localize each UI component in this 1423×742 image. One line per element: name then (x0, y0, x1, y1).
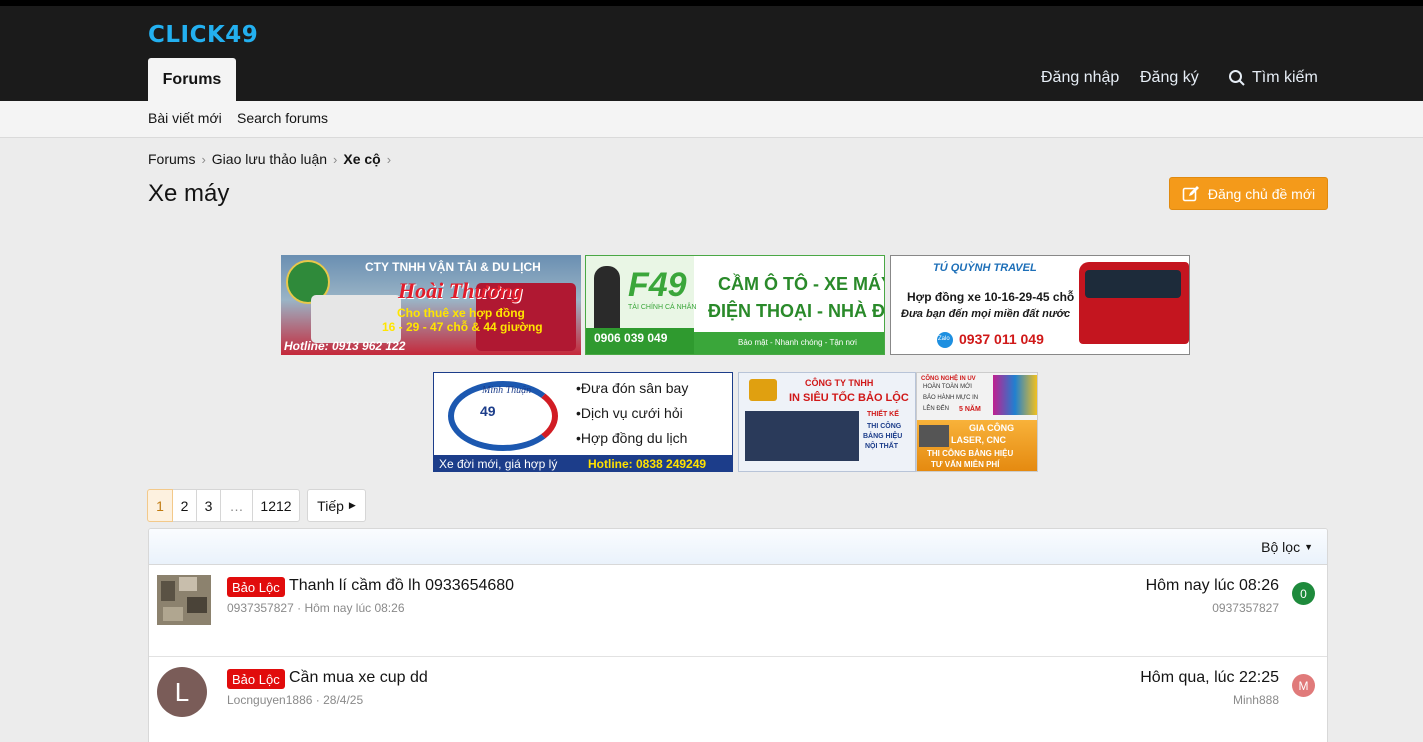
filter-label: Bộ lọc (1261, 539, 1301, 555)
chevron-right-icon: › (333, 151, 338, 167)
thread-meta: 0937357827 · Hôm nay lúc 08:26 (227, 601, 405, 615)
search-label: Tìm kiếm (1252, 69, 1318, 86)
page-last-button[interactable]: 1212 (252, 489, 300, 522)
avatar[interactable]: L (157, 667, 207, 717)
thread-date[interactable]: Hôm nay lúc 08:26 (304, 601, 404, 615)
next-page-button[interactable]: Tiếp ▶ (307, 489, 366, 522)
thread-list: Bộ lọc ▼ Bảo Lộc Thanh lí cầm đồ lh 0933… (148, 528, 1328, 742)
thread-title[interactable]: Cần mua xe cup dd (289, 669, 428, 687)
cnc-machine-image (919, 425, 949, 447)
new-thread-button[interactable]: Đăng chủ đề mới (1169, 177, 1328, 210)
banner-hoai-thuong[interactable]: CTY TNHH VẬN TẢI & DU LỊCH Hoài Thương C… (281, 255, 581, 355)
thread-thumbnail[interactable] (157, 575, 211, 625)
next-page-label: Tiếp (317, 497, 344, 514)
chevron-right-icon: › (386, 151, 392, 167)
new-thread-label: Đăng chủ đề mới (1207, 185, 1316, 202)
banner-laser-cnc[interactable]: CÔNG NGHỆ IN UV HOÀN TOÀN MỚI BẢO HÀNH M… (916, 372, 1038, 472)
chevron-right-icon: › (201, 151, 206, 167)
tab-forums[interactable]: Forums (148, 58, 236, 101)
last-post-date[interactable]: Hôm qua, lúc 22:25 (1140, 669, 1279, 687)
prefix-badge[interactable]: Bảo Lộc (227, 669, 285, 689)
register-link[interactable]: Đăng ký (1140, 69, 1199, 87)
page-2-button[interactable]: 2 (172, 489, 197, 522)
thread-meta: Locnguyen1886 · 28/4/25 (227, 693, 364, 707)
thread-author[interactable]: Locnguyen1886 (227, 693, 312, 707)
breadcrumb-xe-co[interactable]: Xe cộ (343, 151, 380, 167)
banner-minh-thuan[interactable]: Minh Thuận 49 •Đưa đón sân bay •Dịch vụ … (433, 372, 733, 472)
thumbnail-image (157, 575, 211, 625)
prefix-badge[interactable]: Bảo Lộc (227, 577, 285, 597)
van-image (311, 295, 401, 343)
login-link[interactable]: Đăng nhập (1041, 69, 1119, 87)
company-logo-icon (749, 379, 777, 401)
thread-list-header: Bộ lọc ▼ (149, 529, 1327, 565)
last-post-user[interactable]: Minh888 (1233, 693, 1279, 707)
caret-down-icon: ▼ (1304, 542, 1313, 552)
banner-tu-quynh[interactable]: TÚ QUỲNH TRAVEL Hợp đồng xe 10-16-29-45 … (890, 255, 1190, 355)
thread-title[interactable]: Thanh lí cầm đồ lh 0933654680 (289, 577, 514, 595)
page-1-button[interactable]: 1 (147, 489, 173, 522)
printer-image (993, 375, 1037, 415)
last-post-user[interactable]: 0937357827 (1212, 601, 1279, 615)
new-posts-link[interactable]: Bài viết mới (148, 110, 222, 126)
header: CLICK49 Forums Đăng nhập Đăng ký Tìm kiế… (0, 6, 1423, 101)
breadcrumb-giao-luu[interactable]: Giao lưu thảo luận (212, 151, 327, 167)
page-title: Xe máy (148, 180, 230, 207)
site-logo[interactable]: CLICK49 (148, 22, 258, 48)
breadcrumb-forums[interactable]: Forums (148, 151, 195, 167)
page-ellipsis-button[interactable]: … (220, 489, 253, 522)
thread-author[interactable]: 0937357827 (227, 601, 294, 615)
filter-button[interactable]: Bộ lọc ▼ (1261, 539, 1313, 555)
breadcrumb: Forums › Giao lưu thảo luận › Xe cộ › (148, 151, 397, 167)
last-poster-avatar[interactable]: M (1292, 674, 1315, 697)
banner-in-sieu-toc[interactable]: CÔNG TY TNHH IN SIÊU TỐC BẢO LỘC THIẾT K… (738, 372, 916, 472)
thread-row[interactable]: L Bảo Lộc Cần mua xe cup dd Locnguyen188… (149, 657, 1327, 742)
page-3-button[interactable]: 3 (196, 489, 221, 522)
search-icon (1229, 70, 1245, 86)
sub-navigation: Bài viết mới Search forums (0, 101, 1423, 138)
last-poster-avatar[interactable]: 0 (1292, 582, 1315, 605)
signage-image (745, 411, 859, 461)
thread-date[interactable]: 28/4/25 (323, 693, 363, 707)
banner-f49[interactable]: F49 TÀI CHÍNH CÁ NHÂN 0906 039 049 CẦM Ô… (585, 255, 885, 355)
last-post-date[interactable]: Hôm nay lúc 08:26 (1146, 577, 1279, 595)
edit-icon (1182, 185, 1199, 201)
thread-row[interactable]: Bảo Lộc Thanh lí cầm đồ lh 0933654680 09… (149, 565, 1327, 657)
caret-right-icon: ▶ (348, 500, 356, 510)
pagination: 1 2 3 … 1212 (147, 489, 300, 522)
search-link[interactable]: Tìm kiếm (1228, 69, 1318, 87)
search-forums-link[interactable]: Search forums (237, 110, 328, 126)
